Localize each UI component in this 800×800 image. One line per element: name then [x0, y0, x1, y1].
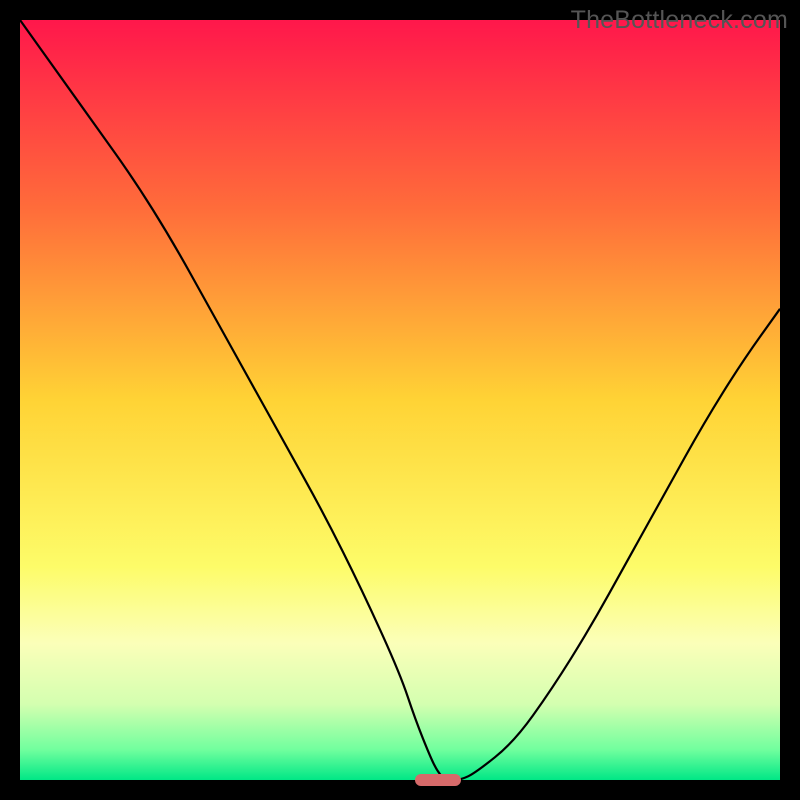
plot-area [20, 20, 780, 780]
watermark-text: TheBottleneck.com [571, 6, 788, 35]
bottleneck-curve [20, 20, 780, 780]
optimal-marker [415, 774, 461, 785]
curve-path [20, 20, 780, 780]
chart-container: TheBottleneck.com [0, 0, 800, 800]
